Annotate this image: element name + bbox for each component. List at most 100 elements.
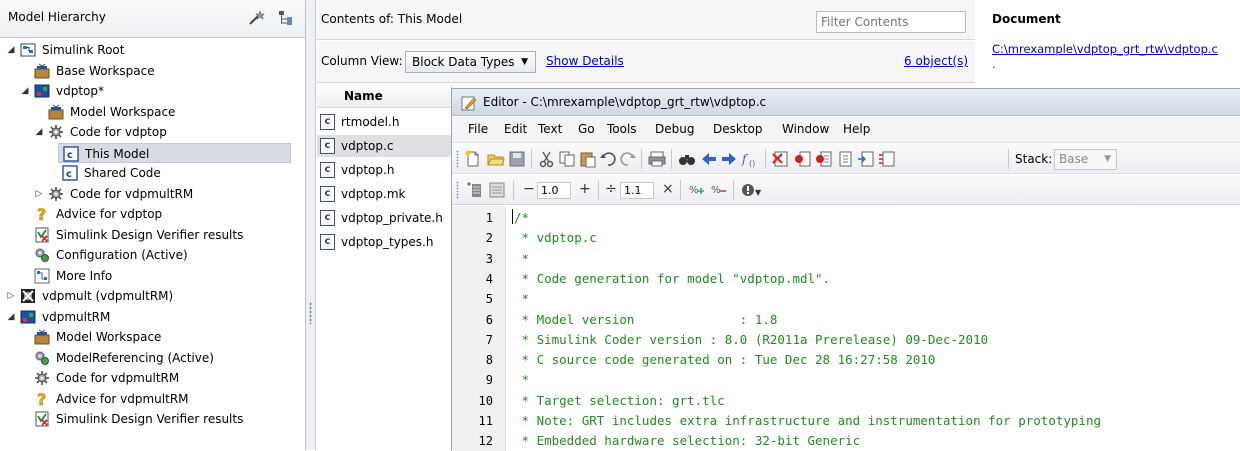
forward-arrow-icon[interactable]	[720, 150, 738, 168]
step-in-icon[interactable]	[836, 150, 854, 168]
name-column-header[interactable]: Name	[317, 84, 452, 108]
tree-item[interactable]: ◢ Simulink Root	[0, 40, 305, 60]
clear-breakpoints-icon[interactable]	[772, 150, 790, 168]
continue-icon[interactable]	[878, 150, 896, 168]
code-line[interactable]: 12 * Embedded hardware selection: 32-bit…	[452, 431, 1240, 451]
code-line[interactable]: 8 * C source code generated on : Tue Dec…	[452, 350, 1240, 370]
file-list-item[interactable]: c rtmodel.h	[317, 111, 451, 133]
code-editor[interactable]: 1/* 2 * vdptop.c 3 * 4 * Code generation fo…	[452, 206, 1240, 451]
print-icon[interactable]	[648, 150, 666, 168]
tree-item[interactable]: c Shared Code	[0, 163, 305, 183]
insert-cell-icon[interactable]	[465, 181, 483, 199]
increment-icon[interactable]: +	[579, 181, 591, 197]
tree-item[interactable]: ◢ vdptop*	[0, 81, 305, 101]
code-line[interactable]: 6 * Model version : 1.8	[452, 310, 1240, 330]
divide-value-field[interactable]: 1.1	[620, 182, 654, 199]
text-caret	[512, 209, 513, 224]
menu-help[interactable]: Help	[843, 122, 870, 136]
wand-icon[interactable]	[247, 9, 267, 27]
decrement-icon[interactable]: −	[523, 181, 535, 197]
tree-item[interactable]: Configuration (Active)	[0, 245, 305, 265]
new-file-icon[interactable]	[464, 150, 482, 168]
code-line[interactable]: 4 * Code generation for model "vdptop.md…	[452, 269, 1240, 289]
menu-go[interactable]: Go	[578, 122, 595, 136]
comment-icon[interactable]: %	[688, 181, 706, 199]
undo-icon[interactable]	[599, 150, 617, 168]
tree-item[interactable]: ? Advice for vdptop	[0, 204, 305, 224]
collapse-arrow-icon[interactable]: ◢	[6, 40, 16, 60]
multiply-icon[interactable]: ×	[662, 181, 674, 197]
hierarchy-icon[interactable]	[277, 9, 297, 27]
menu-text[interactable]: Text	[538, 122, 562, 136]
document-link-continuation[interactable]: .	[992, 58, 996, 71]
expand-arrow-icon[interactable]: ▷	[34, 184, 44, 204]
menu-debug[interactable]: Debug	[655, 122, 694, 136]
code-line[interactable]: 5 *	[452, 289, 1240, 309]
menu-edit[interactable]: Edit	[504, 122, 527, 136]
panel-splitter[interactable]	[306, 0, 316, 450]
tree-item[interactable]: ? Advice for vdpmultRM	[0, 389, 305, 409]
tree-item[interactable]: More Info	[0, 266, 305, 286]
collapse-arrow-icon[interactable]: ◢	[34, 122, 44, 142]
step-out-icon[interactable]	[857, 150, 875, 168]
step-icon[interactable]	[815, 150, 833, 168]
find-icon[interactable]	[678, 150, 696, 168]
divide-icon[interactable]: ÷	[605, 181, 617, 197]
code-line[interactable]: 9 *	[452, 370, 1240, 390]
editor-titlebar[interactable]: Editor - C:\mrexample\vdptop_grt_rtw\vdp…	[452, 89, 1240, 116]
model-hierarchy-title: Model Hierarchy	[8, 10, 106, 24]
tree-item[interactable]: Simulink Design Verifier results	[0, 225, 305, 245]
chevron-down-icon[interactable]: ▼	[755, 188, 761, 197]
file-list-item[interactable]: c vdptop_private.h	[317, 207, 451, 229]
code-line[interactable]: 1 /*	[452, 208, 1240, 228]
menu-file[interactable]: File	[468, 122, 488, 136]
collapse-arrow-icon[interactable]: ◢	[6, 307, 16, 327]
paste-icon[interactable]	[579, 150, 597, 168]
file-list-item[interactable]: c vdptop_types.h	[317, 231, 451, 253]
function-icon[interactable]: f()	[741, 150, 759, 168]
tree-item[interactable]: ▷ Code for vdpmultRM	[0, 184, 305, 204]
splitter-grip[interactable]	[309, 302, 312, 324]
tree-item[interactable]: Simulink Design Verifier results	[0, 409, 305, 429]
uncomment-icon[interactable]: %	[710, 181, 728, 199]
tree-item[interactable]: c This Model	[58, 142, 291, 163]
code-line[interactable]: 7 * Simulink Coder version : 8.0 (R2011a…	[452, 330, 1240, 350]
menu-window[interactable]: Window	[782, 122, 829, 136]
copy-icon[interactable]	[558, 150, 576, 168]
show-details-link[interactable]: Show Details	[546, 54, 624, 68]
column-view-select[interactable]: Block Data Types ▼	[405, 51, 536, 73]
redo-icon[interactable]	[619, 150, 637, 168]
code-line[interactable]: 10 * Target selection: grt.tlc	[452, 391, 1240, 411]
back-arrow-icon[interactable]	[700, 150, 718, 168]
document-link[interactable]: C:\mrexample\vdptop_grt_rtw\vdptop.c	[992, 42, 1232, 56]
tree-item[interactable]: ◢ Code for vdptop	[0, 122, 305, 142]
expand-arrow-icon[interactable]: ▷	[6, 286, 16, 306]
code-line[interactable]: 11 * Note: GRT includes extra infrastruc…	[452, 411, 1240, 431]
cell-break-icon[interactable]	[488, 181, 506, 199]
open-folder-icon[interactable]	[487, 150, 505, 168]
cut-icon[interactable]	[538, 150, 556, 168]
toolbar-grip[interactable]	[456, 181, 459, 199]
set-breakpoint-icon[interactable]	[794, 150, 812, 168]
file-list-item[interactable]: c vdptop.c	[317, 135, 451, 157]
toolbar-grip[interactable]	[456, 150, 459, 168]
file-list-item[interactable]: c vdptop.h	[317, 159, 451, 181]
file-list-item[interactable]: c vdptop.mk	[317, 183, 451, 205]
tree-item[interactable]: Model Workspace	[0, 327, 305, 347]
code-line[interactable]: 3 *	[452, 249, 1240, 269]
code-line[interactable]: 2 * vdptop.c	[452, 228, 1240, 248]
stack-select[interactable]: Base ▼	[1054, 149, 1117, 170]
menu-tools[interactable]: Tools	[607, 122, 637, 136]
tree-item[interactable]: ▷ vdpmult (vdpmultRM)	[0, 286, 305, 306]
save-icon[interactable]	[508, 150, 526, 168]
tree-item[interactable]: ◢ vdpmultRM	[0, 307, 305, 327]
tree-item[interactable]: Code for vdpmultRM	[0, 368, 305, 388]
tree-item[interactable]: Model Workspace	[0, 102, 305, 122]
filter-contents-input[interactable]	[816, 11, 966, 33]
collapse-arrow-icon[interactable]: ◢	[20, 81, 30, 101]
decrement-value-field[interactable]: 1.0	[537, 182, 571, 199]
tree-item[interactable]: Base Workspace	[0, 61, 305, 81]
object-count-link[interactable]: 6 object(s)	[904, 54, 968, 68]
menu-desktop[interactable]: Desktop	[713, 122, 763, 136]
tree-item[interactable]: ModelReferencing (Active)	[0, 348, 305, 368]
